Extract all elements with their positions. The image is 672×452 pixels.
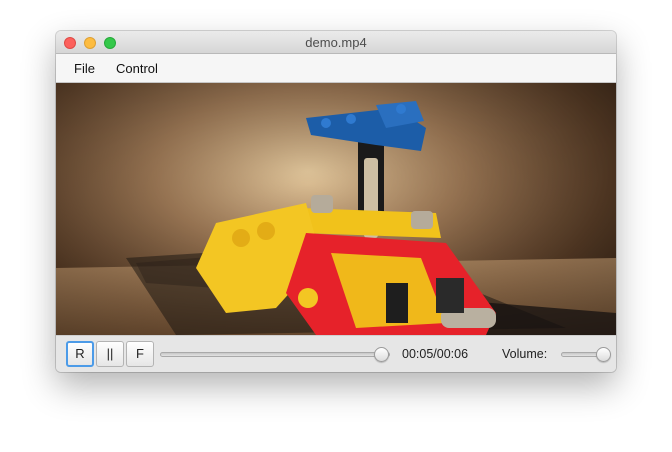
progress-slider[interactable] (160, 352, 390, 357)
menu-file[interactable]: File (74, 61, 95, 76)
video-frame[interactable] (56, 83, 616, 335)
menu-control[interactable]: Control (116, 61, 158, 76)
volume-label: Volume: (502, 347, 548, 361)
pause-button[interactable]: || (96, 341, 124, 367)
title-bar: demo.mp4 (56, 31, 616, 54)
forward-button[interactable]: F (126, 341, 154, 367)
time-display: 00:05/00:06 (402, 347, 469, 361)
volume-slider-thumb[interactable] (596, 347, 611, 362)
progress-slider-thumb[interactable] (373, 347, 389, 362)
player-window: demo.mp4 File Control R || F 00:05/00:06… (56, 31, 616, 372)
menu-bar: File Control (56, 54, 616, 83)
window-title: demo.mp4 (305, 35, 367, 50)
rewind-button[interactable]: R (66, 341, 94, 367)
control-bar: R || F 00:05/00:06 Volume: (56, 335, 616, 372)
